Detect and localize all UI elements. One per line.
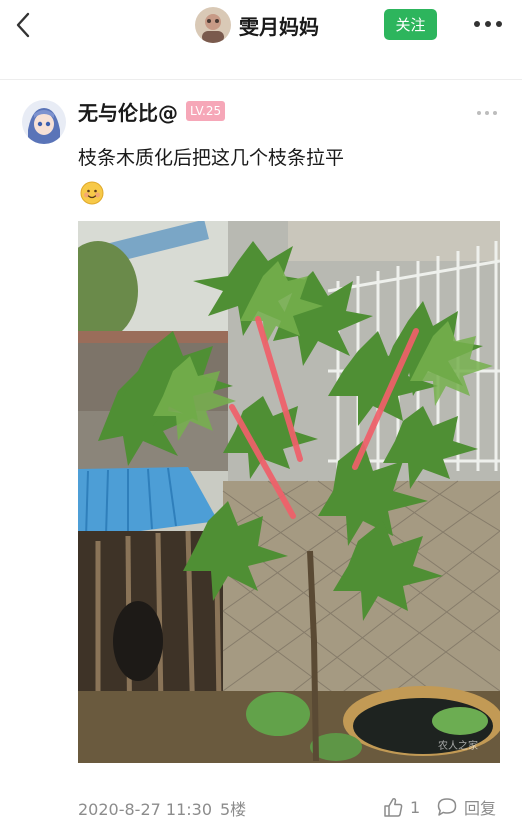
post-meta: 2020-8-27 11:30 5楼 [78,796,246,820]
chevron-left-icon [16,12,30,38]
author-name[interactable]: 无与伦比@ [78,97,178,126]
like-button[interactable]: 1 [382,794,420,820]
more-dots-icon [474,21,502,27]
post-body-text: 枝条木质化后把这几个枝条拉平 [78,147,345,169]
post-more-button[interactable] [475,104,499,116]
follow-button[interactable]: 关注 [384,9,437,40]
post-floor: 5楼 [220,800,247,819]
header-title-text: 雯月妈妈 [239,14,319,39]
reply-button[interactable]: 回复 [436,794,496,820]
header-title[interactable]: 雯月妈妈 [195,6,319,44]
photo-watermark: 农人之家 [438,739,478,752]
more-menu-button[interactable] [470,14,506,34]
author-info: 无与伦比@ LV.25 [78,97,226,126]
header-divider [0,52,522,80]
reply-label: 回复 [464,799,497,818]
post-photo[interactable]: 农人之家 [78,221,500,763]
top-nav-bar: 雯月妈妈 关注 [0,0,522,50]
thumbs-up-icon [384,797,403,817]
post-footer: 2020-8-27 11:30 5楼 1 回复 [78,794,500,820]
author-avatar[interactable] [22,100,66,144]
post-timestamp: 2020-8-27 11:30 [78,800,212,819]
back-button[interactable] [8,8,42,42]
header-avatar[interactable] [195,7,231,43]
like-count: 1 [410,797,421,817]
level-badge: LV.25 [186,101,226,121]
comment-bubble-icon [437,798,457,816]
smiling-face-emoji [80,181,104,205]
fig-tree-photo: 农人之家 [78,221,500,763]
more-dots-icon [477,111,497,115]
